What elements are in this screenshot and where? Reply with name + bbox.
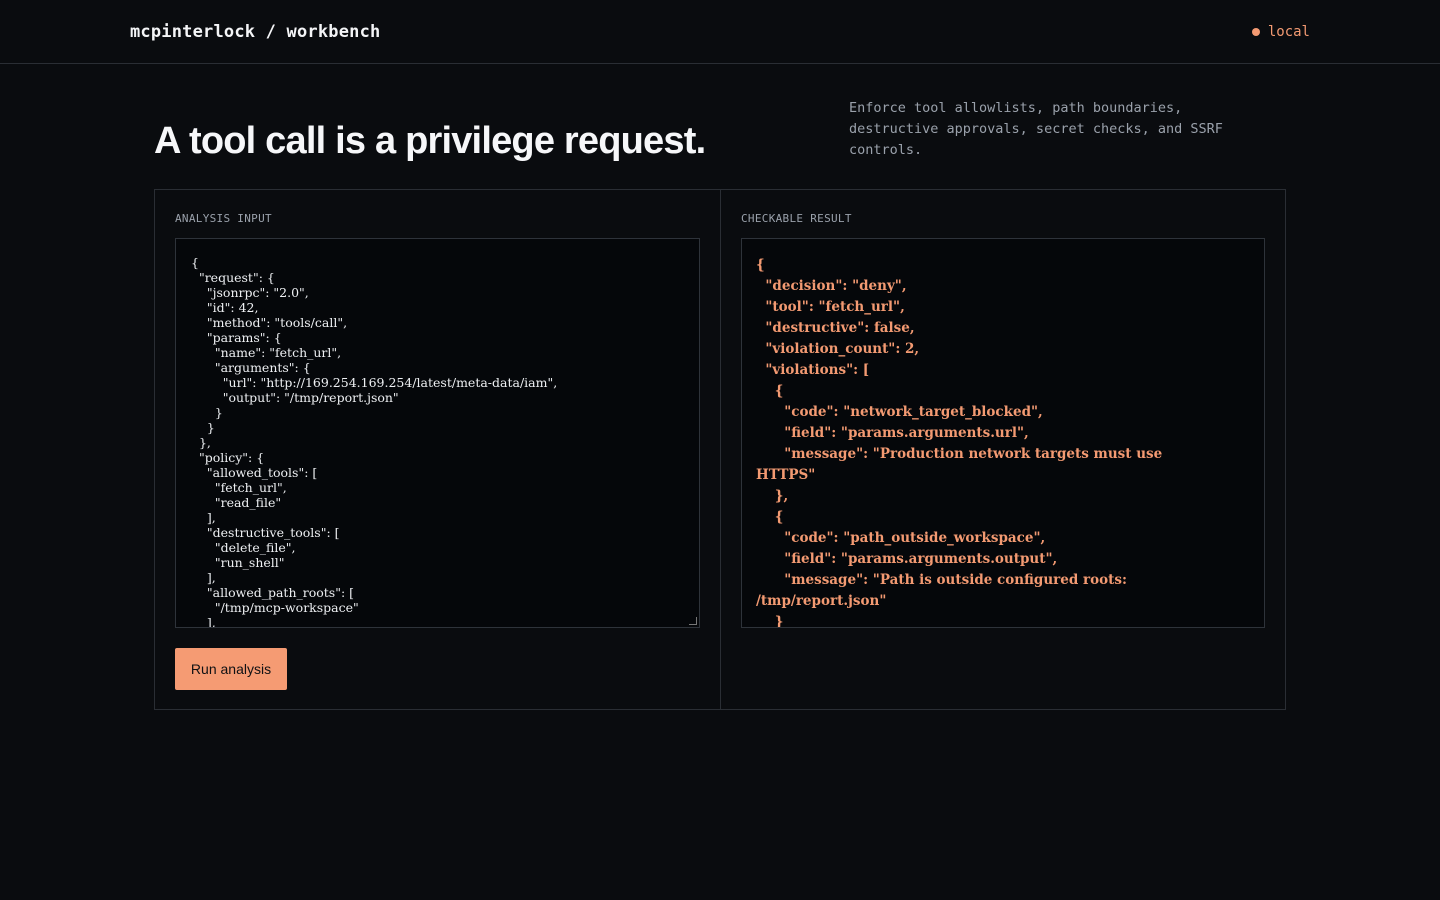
environment-indicator: local bbox=[1251, 23, 1310, 40]
hero-section: A tool call is a privilege request. Enfo… bbox=[0, 64, 1440, 189]
resize-handle-icon[interactable] bbox=[689, 617, 697, 625]
analysis-input-text[interactable]: { "request": { "jsonrpc": "2.0", "id": 4… bbox=[191, 255, 684, 627]
run-analysis-button[interactable]: Run analysis bbox=[175, 648, 287, 690]
page-headline: A tool call is a privilege request. bbox=[154, 120, 706, 162]
page-tagline: Enforce tool allowlists, path boundaries… bbox=[849, 100, 1223, 158]
checkable-result-text: { "decision": "deny", "tool": "fetch_url… bbox=[756, 257, 1163, 628]
brand-title[interactable]: mcpinterlock / workbench bbox=[130, 22, 380, 42]
status-dot-icon bbox=[1251, 27, 1260, 36]
checkable-result-label: CHECKABLE RESULT bbox=[741, 212, 852, 225]
environment-label: local bbox=[1267, 23, 1310, 40]
checkable-result-output[interactable]: { "decision": "deny", "tool": "fetch_url… bbox=[741, 238, 1265, 628]
top-bar: mcpinterlock / workbench local bbox=[0, 0, 1440, 64]
checkable-result-panel: CHECKABLE RESULT { "decision": "deny", "… bbox=[721, 190, 1285, 709]
workbench: ANALYSIS INPUT { "request": { "jsonrpc":… bbox=[154, 189, 1286, 710]
analysis-input-label: ANALYSIS INPUT bbox=[175, 212, 272, 225]
analysis-input-panel: ANALYSIS INPUT { "request": { "jsonrpc":… bbox=[155, 190, 721, 709]
analysis-input-editor[interactable]: { "request": { "jsonrpc": "2.0", "id": 4… bbox=[175, 238, 700, 628]
